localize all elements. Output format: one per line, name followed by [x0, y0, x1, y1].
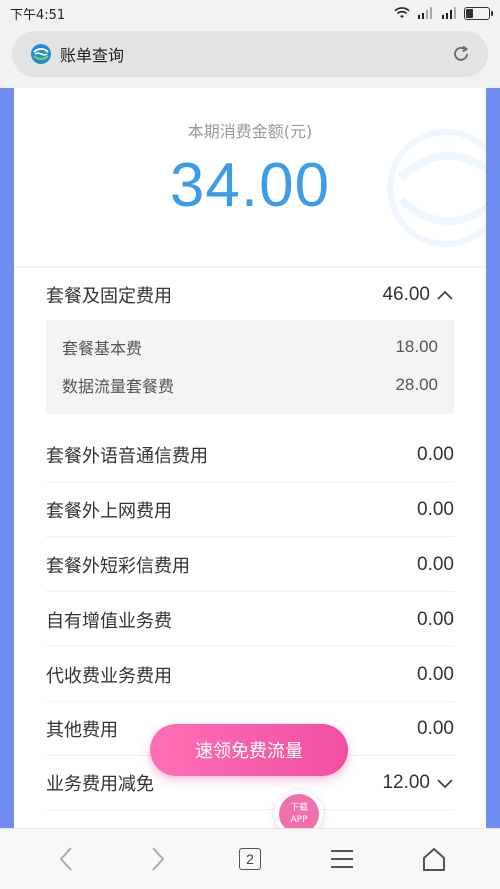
- battery-icon: [464, 6, 493, 20]
- download-label: 下载: [289, 803, 308, 813]
- page-title: 账单查询: [60, 46, 125, 65]
- bill-item-value: 0.00: [417, 663, 454, 685]
- battery-level: [466, 8, 473, 18]
- signal-icon-1: [418, 7, 432, 19]
- bill-item-value: 12.00: [382, 771, 430, 793]
- address-bar[interactable]: 账单查询: [12, 31, 488, 77]
- free-data-promo-button[interactable]: 速领免费流量: [150, 724, 348, 776]
- status-icons: [394, 6, 493, 20]
- bill-item-value: 0.00: [417, 553, 454, 575]
- summary-label: 本期消费金额(元): [187, 122, 313, 141]
- bill-item-label: 套餐外语音通信费用: [46, 445, 208, 467]
- chevron-up-icon[interactable]: [436, 289, 454, 301]
- chevron-left-icon: [59, 847, 72, 871]
- page-content[interactable]: 本期消费金额(元) 34.00 套餐及固定费用 46.00 套餐基本费 18.0…: [0, 88, 500, 828]
- tabs-button[interactable]: 2: [230, 839, 270, 879]
- back-button[interactable]: [46, 839, 86, 879]
- bill-item-label: 套餐外上网费用: [46, 500, 172, 522]
- bill-item-label: 业务费用减免: [46, 773, 154, 795]
- sub-item-label: 数据流量套餐费: [62, 377, 175, 396]
- bill-item-voice[interactable]: 套餐外语音通信费用 0.00: [46, 428, 454, 482]
- sub-item-data-fee: 数据流量套餐费 28.00: [62, 370, 438, 400]
- bill-item-value: 0.00: [417, 498, 454, 520]
- browser-bottom-nav: 2: [0, 828, 500, 889]
- bill-item-label: 套餐及固定费用: [46, 286, 172, 307]
- bill-item-package[interactable]: 套餐及固定费用 46.00: [46, 268, 454, 322]
- chevron-down-icon[interactable]: [436, 777, 454, 789]
- sub-item-value: 18.00: [395, 337, 438, 356]
- bill-card: 本期消费金额(元) 34.00 套餐及固定费用 46.00 套餐基本费 18.0…: [14, 88, 500, 828]
- wifi-icon: [394, 7, 410, 18]
- bill-item-value: 46.00: [382, 284, 430, 305]
- home-icon: [423, 848, 445, 871]
- summary-amount: 34.00: [169, 151, 331, 220]
- hamburger-menu-icon: [331, 850, 353, 868]
- refresh-icon[interactable]: [450, 43, 472, 65]
- tab-count: 2: [239, 848, 261, 870]
- bill-item-label: 套餐外短彩信费用: [46, 555, 190, 577]
- bill-item-internet[interactable]: 套餐外上网费用 0.00: [46, 483, 454, 537]
- signal-icon-2: [442, 7, 456, 19]
- sub-item-label: 套餐基本费: [62, 339, 143, 358]
- bill-item-label: 其他费用: [46, 719, 118, 741]
- bill-summary: 本期消费金额(元) 34.00: [14, 88, 486, 268]
- bill-item-value: 0.00: [417, 717, 454, 739]
- browser-toolbar: 账单查询: [0, 26, 500, 88]
- china-mobile-logo-icon: [31, 44, 51, 64]
- menu-button[interactable]: [322, 839, 362, 879]
- app-label: APP: [290, 815, 308, 825]
- bill-item-label: 代收费业务费用: [46, 665, 172, 687]
- home-button[interactable]: [414, 839, 454, 879]
- bill-item-sms[interactable]: 套餐外短彩信费用 0.00: [46, 538, 454, 592]
- package-detail-box: 套餐基本费 18.00 数据流量套餐费 28.00: [46, 320, 454, 414]
- bill-item-collection[interactable]: 代收费业务费用 0.00: [46, 648, 454, 702]
- bill-item-value: 0.00: [417, 443, 454, 465]
- bill-item-value: 0.00: [417, 608, 454, 630]
- bill-item-label: 自有增值业务费: [46, 610, 172, 632]
- bill-item-value-added[interactable]: 自有增值业务费 0.00: [46, 593, 454, 647]
- status-time: 下午4:51: [10, 7, 66, 23]
- status-bar: 下午4:51: [0, 0, 500, 26]
- chevron-right-icon: [152, 847, 165, 871]
- sub-item-base-fee: 套餐基本费 18.00: [62, 332, 438, 362]
- sub-item-value: 28.00: [395, 375, 438, 394]
- forward-button[interactable]: [138, 839, 178, 879]
